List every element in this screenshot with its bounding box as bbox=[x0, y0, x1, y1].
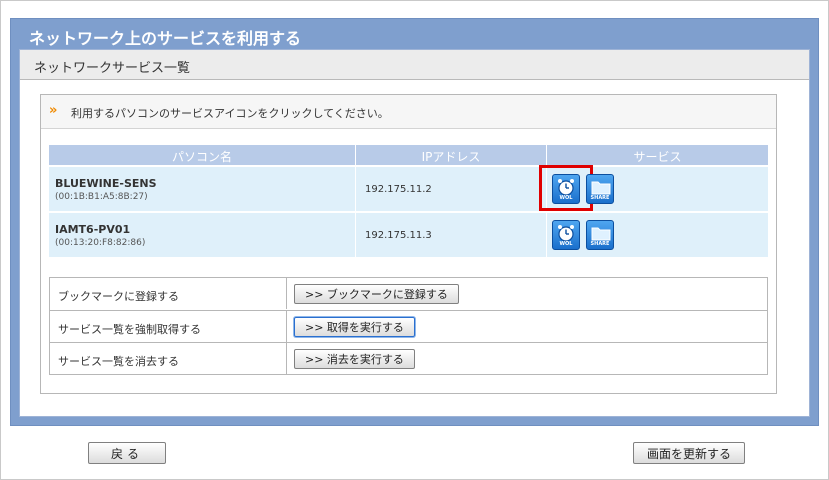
table-row: BLUEWINE-SENS (00:1B:B1:A5:8B:27) 192.17… bbox=[49, 165, 768, 211]
pc-mac-address: (00:1B:B1:A5:8B:27) bbox=[55, 192, 148, 202]
section-title: ネットワークサービス一覧 bbox=[34, 61, 191, 76]
table-header: パソコン名 IPアドレス サービス bbox=[49, 145, 768, 165]
fetch-label: サービス一覧を強制取得する bbox=[58, 323, 201, 336]
row-divider bbox=[546, 213, 547, 257]
pc-table: パソコン名 IPアドレス サービス BLUEWINE-SENS (00:1B:B… bbox=[49, 145, 768, 257]
section-header: ネットワークサービス一覧 bbox=[20, 50, 809, 80]
share-label: SHARE bbox=[590, 195, 610, 201]
header-ip: IPアドレス bbox=[421, 150, 481, 164]
header-pc-name: パソコン名 bbox=[171, 150, 232, 164]
content-area: ネットワークサービス一覧 » 利用するパソコンのサービスアイコンをクリックしてく… bbox=[19, 49, 810, 417]
pc-name: BLUEWINE-SENS bbox=[55, 177, 157, 190]
action-divider bbox=[286, 278, 287, 309]
ip-address: 192.175.11.2 bbox=[365, 184, 432, 195]
share-service-button[interactable]: SHARE bbox=[586, 220, 614, 250]
pc-mac-address: (00:13:20:F8:82:86) bbox=[55, 238, 146, 248]
action-table: ブックマークに登録する >> ブックマークに登録する サービス一覧を強制取得する… bbox=[49, 277, 768, 375]
header-service: サービス bbox=[633, 150, 682, 164]
clear-button[interactable]: >> 消去を実行する bbox=[294, 349, 415, 369]
action-row-fetch: サービス一覧を強制取得する >> 取得を実行する bbox=[50, 310, 767, 342]
wol-service-button[interactable]: WOL bbox=[552, 220, 580, 250]
table-row: IAMT6-PV01 (00:13:20:F8:82:86) 192.175.1… bbox=[49, 211, 768, 257]
action-row-bookmark: ブックマークに登録する >> ブックマークに登録する bbox=[50, 278, 767, 310]
share-label: SHARE bbox=[590, 241, 610, 247]
wol-service-button[interactable]: WOL bbox=[552, 174, 580, 204]
row-divider bbox=[355, 213, 356, 257]
ip-address: 192.175.11.3 bbox=[365, 230, 432, 241]
instruction-text: 利用するパソコンのサービスアイコンをクリックしてください。 bbox=[71, 107, 389, 120]
service-list-box: » 利用するパソコンのサービスアイコンをクリックしてください。 パソコン名 IP… bbox=[40, 94, 777, 394]
alarm-clock-icon bbox=[558, 225, 574, 242]
folder-icon bbox=[591, 181, 611, 195]
action-divider bbox=[286, 311, 287, 342]
pc-name: IAMT6-PV01 bbox=[55, 223, 131, 236]
back-button[interactable]: 戻る bbox=[88, 442, 166, 464]
share-service-button[interactable]: SHARE bbox=[586, 174, 614, 204]
refresh-button[interactable]: 画面を更新する bbox=[633, 442, 745, 464]
wol-label: WOL bbox=[559, 241, 573, 247]
folder-icon bbox=[591, 227, 611, 241]
fetch-button[interactable]: >> 取得を実行する bbox=[294, 317, 415, 337]
page-title: ネットワーク上のサービスを利用する bbox=[29, 29, 302, 48]
main-panel: ネットワーク上のサービスを利用する ネットワークサービス一覧 » 利用するパソコ… bbox=[10, 18, 819, 426]
bookmark-label: ブックマークに登録する bbox=[58, 290, 179, 303]
alarm-clock-icon bbox=[558, 179, 574, 196]
action-divider bbox=[286, 343, 287, 374]
instruction-bar: » 利用するパソコンのサービスアイコンをクリックしてください。 bbox=[41, 95, 776, 129]
row-divider bbox=[355, 167, 356, 211]
action-row-clear: サービス一覧を消去する >> 消去を実行する bbox=[50, 342, 767, 374]
wol-label: WOL bbox=[559, 195, 573, 201]
double-arrow-icon: » bbox=[49, 103, 58, 118]
clear-label: サービス一覧を消去する bbox=[58, 355, 179, 368]
bookmark-button[interactable]: >> ブックマークに登録する bbox=[294, 284, 459, 304]
